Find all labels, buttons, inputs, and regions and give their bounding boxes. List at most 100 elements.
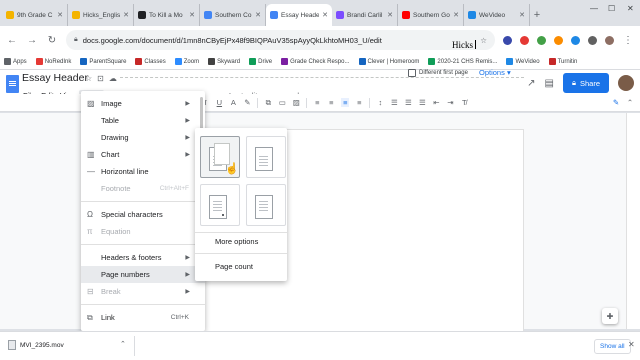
close-tab-icon[interactable]: ✕ xyxy=(123,11,129,19)
bookmark-item[interactable]: 2020-21 CHS Remis... xyxy=(428,58,497,65)
bulleted-list-icon[interactable]: ☰ xyxy=(404,98,412,107)
insert-menu-item-image[interactable]: ▨ Image ▶ xyxy=(81,95,205,112)
tab-favicon-icon xyxy=(72,11,80,19)
more-options-item[interactable]: More options xyxy=(215,237,258,246)
explore-icon[interactable]: ✚ xyxy=(602,308,618,324)
image-icon[interactable]: ▨ xyxy=(292,98,300,107)
insert-menu-item-table[interactable]: Table ▶ xyxy=(81,112,205,129)
extension-icon[interactable] xyxy=(520,35,529,45)
increase-indent-icon[interactable]: ⇥ xyxy=(446,98,454,107)
page-number-footer-all-pages-option[interactable] xyxy=(200,143,240,226)
collapse-toolbar-icon[interactable]: ⌃ xyxy=(626,98,634,107)
close-tab-icon[interactable]: ✕ xyxy=(519,11,525,19)
header-text[interactable]: Hicks xyxy=(452,40,476,50)
bookmark-item[interactable]: Turnitin xyxy=(548,58,577,65)
tab-title: Southern Go xyxy=(413,11,450,19)
align-left-icon[interactable]: ≡ xyxy=(313,98,321,107)
browser-tab[interactable]: To Kill a Mo ✕ xyxy=(134,4,200,26)
extension-icon[interactable] xyxy=(503,35,512,45)
different-first-page-option[interactable]: Different first page xyxy=(408,69,468,77)
bookmark-item[interactable]: Grade Check Respo... xyxy=(281,58,350,65)
insert-menu-item-drawing[interactable]: Drawing ▶ xyxy=(81,129,205,146)
browser-tab[interactable]: Southern Co ✕ xyxy=(200,4,266,26)
browser-menu-icon[interactable]: ⋮ xyxy=(622,35,634,46)
bookmark-item[interactable]: Skyward xyxy=(208,58,240,65)
extension-icon[interactable] xyxy=(537,35,546,45)
profile-avatar[interactable] xyxy=(605,35,614,45)
bookmark-item[interactable]: Apps xyxy=(4,58,27,65)
close-tab-icon[interactable]: ✕ xyxy=(255,11,261,19)
close-tab-icon[interactable]: ✕ xyxy=(387,11,393,19)
browser-tab[interactable]: WeVideo ✕ xyxy=(464,4,530,26)
bookmark-item[interactable]: Zoom xyxy=(174,58,199,65)
page-count-item[interactable]: Page count xyxy=(215,262,253,271)
close-tab-icon[interactable]: ✕ xyxy=(453,11,459,19)
editing-mode-icon[interactable]: ✎ xyxy=(612,98,620,107)
bookmark-item[interactable]: Drive xyxy=(249,58,272,65)
insert-menu-item-page-numbers[interactable]: Page numbers ▶ xyxy=(81,266,205,283)
clear-formatting-icon[interactable]: T̸ xyxy=(460,98,468,107)
url-input[interactable]: 🔒︎ docs.google.com/document/d/1mn8nCByEj… xyxy=(66,30,495,50)
share-button[interactable]: 🔒︎ Share xyxy=(562,73,609,93)
reload-icon[interactable]: ↻ xyxy=(46,35,58,46)
underline-icon[interactable]: U xyxy=(215,98,223,107)
bookmark-item[interactable]: Classes xyxy=(135,58,166,65)
insert-menu-item-special-characters[interactable]: Ω Special characters xyxy=(81,206,205,223)
forward-icon[interactable]: → xyxy=(26,35,38,46)
link-icon[interactable]: ⧉ xyxy=(264,98,272,108)
align-right-icon[interactable]: ≡ xyxy=(341,98,350,107)
browser-tab[interactable]: Brandi Carlil ✕ xyxy=(332,4,398,26)
browser-tab[interactable]: Southern Go ✕ xyxy=(398,4,464,26)
insert-menu-item-headers-footers[interactable]: Headers & footers ▶ xyxy=(81,249,205,266)
text-color-icon[interactable]: A xyxy=(229,98,237,107)
bookmark-item[interactable]: WeVideo xyxy=(506,58,540,65)
browser-tab[interactable]: Hicks_Englis ✕ xyxy=(68,4,134,26)
cloud-saved-icon[interactable]: ☁ xyxy=(109,74,117,83)
different-first-page-checkbox[interactable] xyxy=(408,69,416,77)
numbered-list-icon[interactable]: ☰ xyxy=(418,98,426,107)
bookmark-item[interactable]: NoRedInk xyxy=(35,58,71,65)
line-spacing-icon[interactable]: ↕ xyxy=(376,98,384,107)
close-icon[interactable]: ✕ xyxy=(628,340,635,349)
close-window-button[interactable]: ✕ xyxy=(627,4,634,13)
page-icon xyxy=(209,195,227,219)
minimize-button[interactable]: — xyxy=(590,4,598,13)
download-item[interactable]: MVI_2395.mov xyxy=(8,340,64,350)
browser-tab[interactable]: Essay Heade ✕ xyxy=(266,4,332,26)
comment-icon[interactable]: ▭ xyxy=(278,98,286,107)
options-label: Options xyxy=(479,68,505,77)
highlight-icon[interactable]: ✎ xyxy=(243,98,251,107)
activity-trend-icon[interactable]: ↗ xyxy=(527,78,535,89)
bookmark-item[interactable]: ParentSquare xyxy=(80,58,126,65)
chevron-up-icon[interactable]: ⌃ xyxy=(120,340,126,348)
document-title[interactable]: Essay Header xyxy=(22,72,88,84)
align-center-icon[interactable]: ≡ xyxy=(327,98,335,107)
checklist-icon[interactable]: ☰ xyxy=(390,98,398,107)
maximize-button[interactable]: ☐ xyxy=(608,4,615,13)
extension-icon[interactable] xyxy=(554,35,563,45)
page-number-header-skip-first-option[interactable] xyxy=(214,136,286,178)
bookmark-item[interactable]: Clever | Homeroom xyxy=(358,58,419,65)
back-icon[interactable]: ← xyxy=(6,35,18,46)
decrease-indent-icon[interactable]: ⇤ xyxy=(432,98,440,107)
user-avatar[interactable] xyxy=(618,75,634,91)
extension-icon[interactable] xyxy=(588,35,597,45)
insert-menu-item-horizontal-line[interactable]: — Horizontal line xyxy=(81,163,205,180)
close-tab-icon[interactable]: ✕ xyxy=(57,11,63,19)
docs-logo-icon[interactable] xyxy=(6,75,19,93)
browser-tab[interactable]: 9th Grade C ✕ xyxy=(2,4,68,26)
insert-menu-item-chart[interactable]: ▥ Chart ▶ xyxy=(81,146,205,163)
star-icon[interactable]: ☆ xyxy=(85,74,92,83)
close-tab-icon[interactable]: ✕ xyxy=(322,11,328,19)
page-number-footer-skip-first-option[interactable] xyxy=(214,143,286,226)
header-options-dropdown[interactable]: Options ▾ xyxy=(479,68,511,77)
move-folder-icon[interactable]: ⊡ xyxy=(97,74,104,83)
show-all-button[interactable]: Show all xyxy=(594,339,631,354)
justify-icon[interactable]: ≡ xyxy=(355,98,363,107)
new-tab-button[interactable]: + xyxy=(530,4,544,26)
extension-icon[interactable] xyxy=(571,35,580,45)
bookmark-star-icon[interactable]: ☆ xyxy=(480,36,487,45)
close-tab-icon[interactable]: ✕ xyxy=(189,11,195,19)
comment-history-icon[interactable]: ▤ xyxy=(545,78,554,89)
insert-menu-item-link[interactable]: ⧉ Link Ctrl+K xyxy=(81,309,205,326)
